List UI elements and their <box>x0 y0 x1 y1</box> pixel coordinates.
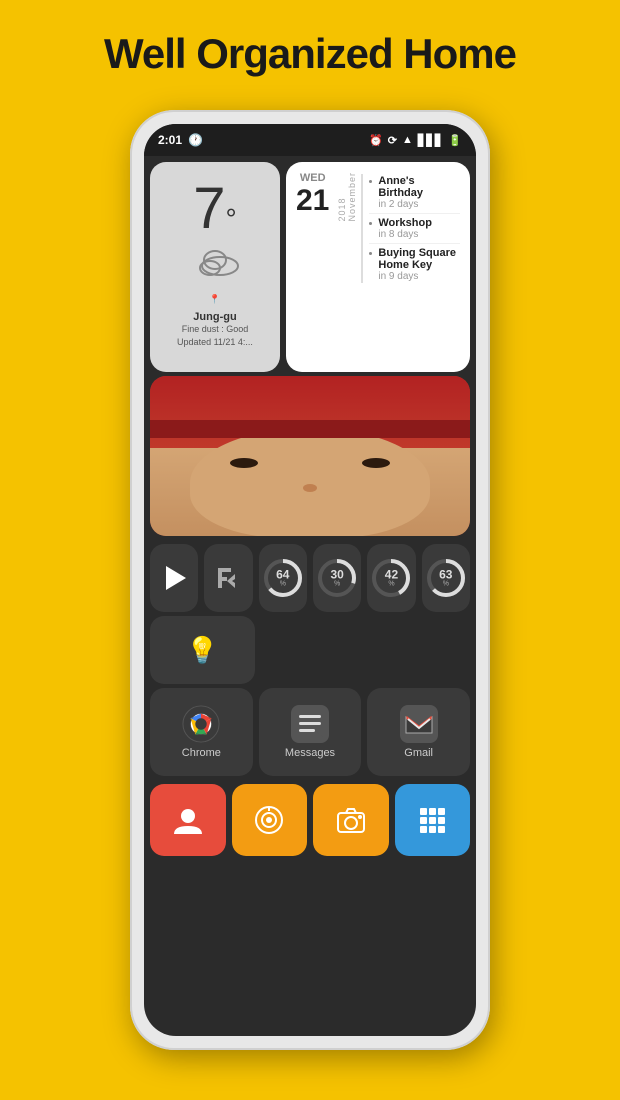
phone-screen: 2:01 🕐 ⏰ ⟳ ▲ ▋▋▋ 🔋 <box>144 124 476 1036</box>
camera-app[interactable] <box>313 784 389 856</box>
alarm2-icon: ⏰ <box>369 134 383 147</box>
cal-event-2: Workshop in 8 days <box>369 214 460 244</box>
event-title-1: Anne's Birthday <box>378 175 460 199</box>
weather-updated: Updated 11/21 4:... <box>177 336 253 349</box>
event-dot-2 <box>369 222 372 225</box>
cal-event-1: Anne's Birthday in 2 days <box>369 172 460 214</box>
camera-icon <box>336 806 366 834</box>
event-title-3: Buying Square Home Key <box>378 247 460 271</box>
event-time-3: in 9 days <box>378 271 460 282</box>
grid-icon <box>418 806 446 834</box>
signal-icon: ▋▋▋ <box>418 134 443 147</box>
fk-app[interactable] <box>204 544 252 612</box>
messages-label: Messages <box>285 747 335 759</box>
weather-widget[interactable]: 7° 📍 Jung-gu Fi <box>150 162 280 372</box>
weather-temp: 7° <box>193 180 236 238</box>
status-bar: 2:01 🕐 ⏰ ⟳ ▲ ▋▋▋ 🔋 <box>144 124 476 156</box>
battery-icon: 🔋 <box>448 134 462 147</box>
cal-weekday: WED <box>300 172 326 184</box>
weather-cloud-icon <box>190 244 240 281</box>
gmail-icon <box>400 705 438 743</box>
photo-widget <box>150 376 470 536</box>
time-display: 2:01 <box>158 133 182 147</box>
event-dot <box>369 180 372 183</box>
page-title: Well Organized Home <box>0 0 620 98</box>
wifi-icon: ▲ <box>402 134 413 146</box>
gmail-app[interactable]: Gmail <box>367 688 470 776</box>
grid-app[interactable] <box>395 784 471 856</box>
page-background: Well Organized Home 2:01 🕐 ⏰ ⟳ ▲ ▋▋▋ 🔋 <box>0 0 620 1100</box>
icon-storage-row: 64 % 30 % 42 % 63 % <box>144 540 476 612</box>
weather-dust: Fine dust : Good <box>182 323 249 336</box>
status-icons: ⏰ ⟳ ▲ ▋▋▋ 🔋 <box>369 134 462 147</box>
cal-divider <box>361 174 363 283</box>
chrome-app[interactable]: Chrome <box>150 688 253 776</box>
event-title-2: Workshop <box>378 217 460 229</box>
cal-events: Anne's Birthday in 2 days Workshop in 8 … <box>369 172 460 285</box>
event-dot-3 <box>369 252 372 255</box>
chrome-label: Chrome <box>182 747 221 759</box>
storage-63[interactable]: 63 % <box>422 544 470 612</box>
bottom-row <box>144 784 476 856</box>
contacts-app[interactable] <box>150 784 226 856</box>
messages-app[interactable]: Messages <box>259 688 362 776</box>
play-store-icon <box>166 566 186 590</box>
storage-64[interactable]: 64 % <box>259 544 307 612</box>
camera360-app[interactable] <box>232 784 308 856</box>
bulb-row: 💡 <box>144 612 476 684</box>
cal-date: 21 <box>296 184 329 217</box>
location-pin-icon: 📍 <box>209 294 220 304</box>
event-time-2: in 8 days <box>378 229 460 240</box>
child-photo <box>150 376 470 536</box>
contacts-icon <box>172 804 204 836</box>
storage-42[interactable]: 42 % <box>367 544 415 612</box>
fk-icon <box>215 565 241 591</box>
empty-space <box>261 616 470 684</box>
storage-30[interactable]: 30 % <box>313 544 361 612</box>
top-widgets-row: 7° 📍 Jung-gu Fi <box>144 156 476 376</box>
cal-event-3: Buying Square Home Key in 9 days <box>369 244 460 285</box>
camera360-icon <box>254 805 284 835</box>
gmail-label: Gmail <box>404 747 433 759</box>
calendar-widget[interactable]: WED 21 2018November Anne's Birthday <box>286 162 470 372</box>
weather-location: Jung-gu <box>193 311 236 323</box>
chrome-icon <box>182 705 220 743</box>
phone-mockup: 2:01 🕐 ⏰ ⟳ ▲ ▋▋▋ 🔋 <box>130 110 490 1090</box>
messages-icon <box>291 705 329 743</box>
cal-year-month: 2018November <box>337 172 357 222</box>
bulb-app[interactable]: 💡 <box>150 616 255 684</box>
alarm-icon: 🕐 <box>188 133 203 147</box>
main-apps-row: Chrome Messages <box>144 688 476 780</box>
bulb-icon: 💡 <box>186 635 218 666</box>
play-store-app[interactable] <box>150 544 198 612</box>
event-time-1: in 2 days <box>378 199 460 210</box>
sync-icon: ⟳ <box>388 134 397 147</box>
phone-shell: 2:01 🕐 ⏰ ⟳ ▲ ▋▋▋ 🔋 <box>130 110 490 1050</box>
